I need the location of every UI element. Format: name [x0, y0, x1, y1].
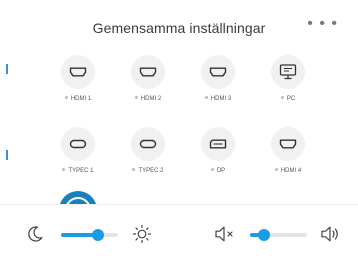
- quick-controls-bar: [0, 204, 358, 260]
- source-label: HDMI 4: [253, 167, 323, 174]
- volume-slider[interactable]: [250, 229, 307, 241]
- hdmi-icon: [271, 127, 305, 161]
- source-grid: HDMI 1 HDMI 2 HDMI 3 PC TYPEC 1 TYPEC 2 …: [0, 0, 358, 229]
- source-hdmi-3[interactable]: HDMI 3: [183, 55, 253, 125]
- source-label: DP: [183, 167, 253, 174]
- speaker-icon[interactable]: [320, 225, 342, 248]
- usb-c-icon: [131, 127, 165, 161]
- monitor-icon: [271, 55, 305, 89]
- hdmi-icon: [61, 55, 95, 89]
- source-label: HDMI 3: [183, 95, 253, 102]
- source-hdmi-1[interactable]: HDMI 1: [43, 55, 113, 125]
- source-typec-2[interactable]: TYPEC 2: [113, 127, 183, 197]
- volume-slider-knob[interactable]: [258, 229, 271, 241]
- source-label: TYPEC 2: [113, 167, 183, 174]
- source-typec-1[interactable]: TYPEC 1: [43, 127, 113, 197]
- source-pc[interactable]: PC: [253, 55, 323, 125]
- brightness-slider-knob[interactable]: [92, 229, 105, 241]
- source-hdmi-2[interactable]: HDMI 2: [113, 55, 183, 125]
- source-dp[interactable]: DP: [183, 127, 253, 197]
- moon-icon[interactable]: [26, 225, 44, 248]
- source-label: HDMI 2: [113, 95, 183, 102]
- hdmi-icon: [131, 55, 165, 89]
- source-label: TYPEC 1: [43, 167, 113, 174]
- displayport-icon: [201, 127, 235, 161]
- sun-icon[interactable]: [132, 224, 152, 249]
- hdmi-icon: [201, 55, 235, 89]
- source-label: HDMI 1: [43, 95, 113, 102]
- source-hdmi-4[interactable]: HDMI 4: [253, 127, 323, 197]
- settings-panel: Gemensamma inställningar • • • HDMI 1 HD…: [0, 0, 358, 260]
- usb-c-icon: [61, 127, 95, 161]
- mute-icon[interactable]: [214, 225, 236, 248]
- brightness-slider[interactable]: [61, 229, 118, 241]
- source-label: PC: [253, 95, 323, 102]
